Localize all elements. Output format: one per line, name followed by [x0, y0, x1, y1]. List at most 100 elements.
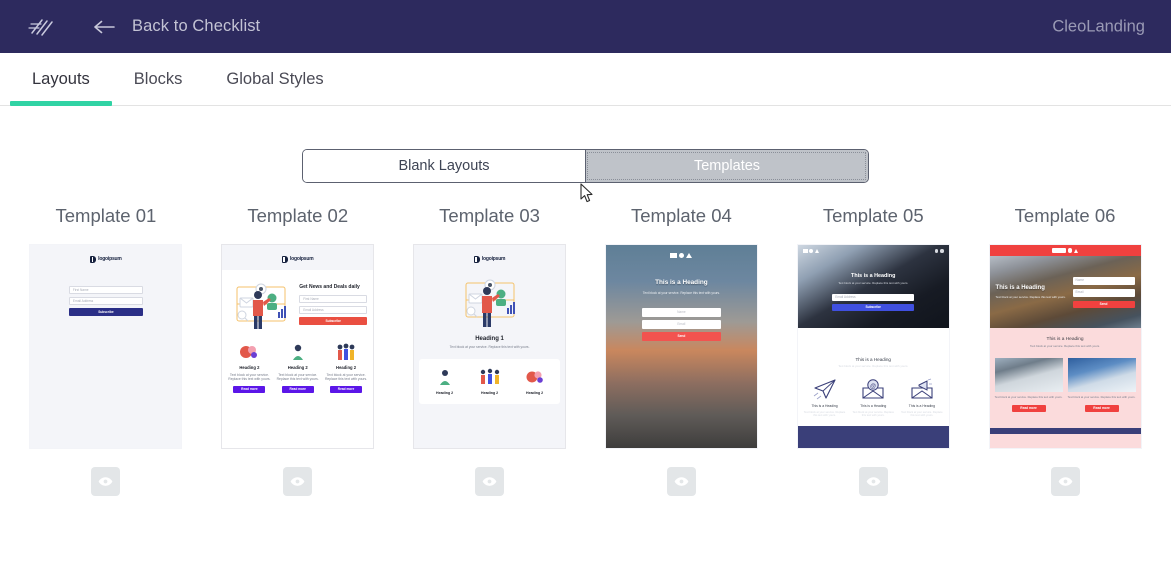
card-text: Text block at your service. Replace this… [1067, 395, 1136, 400]
email-input[interactable]: Email [1072, 288, 1135, 297]
hero-subtext: Text block at your service. Replace this… [995, 294, 1066, 299]
segment-blank-layouts[interactable]: Blank Layouts [303, 150, 585, 182]
template-thumbnail[interactable]: logoipsum [221, 244, 375, 449]
template-thumbnail[interactable]: This is a Heading Text block at your ser… [988, 244, 1142, 449]
template-thumbnail[interactable]: This is a Heading Text block at your ser… [604, 244, 758, 449]
eye-icon [290, 477, 305, 486]
column-text: Text block at your service. Replace this… [852, 410, 894, 418]
logoipsum-logo: logoipsum [30, 245, 181, 263]
template-thumbnail[interactable]: This is a Heading Text block at your ser… [796, 244, 950, 449]
envelope-megaphone-icon [911, 378, 933, 399]
eye-icon [866, 477, 881, 486]
svg-text:@: @ [870, 384, 876, 390]
email-input[interactable]: Email Address [299, 305, 368, 314]
logo-text: logoipsum [481, 256, 506, 263]
column-text: Text block at your service. Replace this… [276, 372, 319, 382]
template-card[interactable]: Template 04 This is a Heading Text block… [585, 205, 777, 496]
first-name-input[interactable]: First Name [299, 294, 368, 303]
template-title: Template 06 [1014, 205, 1116, 226]
template-preview-button[interactable] [666, 467, 696, 496]
logo-glyph-icon [473, 256, 480, 263]
template-preview-button[interactable] [91, 467, 121, 496]
column-text: Text block at your service. Replace this… [228, 372, 271, 382]
feature-icon [526, 370, 543, 383]
arrow-left-icon [94, 20, 116, 34]
back-to-checklist-link[interactable]: Back to Checklist [94, 17, 260, 36]
content-card: Text block at your service. Replace this… [994, 358, 1063, 412]
subscribe-button[interactable]: Subscribe [299, 316, 368, 325]
email-input[interactable]: Email Address [68, 297, 143, 305]
hero-subtext: Text block at your service. Replace this… [838, 281, 909, 286]
template-thumbnail[interactable]: logoipsum [413, 244, 567, 449]
column-text: Text block at your service. Replace this… [324, 372, 368, 382]
feature-column: Heading 2 Text block at your service. Re… [227, 342, 271, 393]
hero-heading: Heading 1 [475, 336, 504, 342]
hero-heading: Get News and Deals daily [299, 284, 360, 290]
column-heading: Heading 2 [239, 365, 260, 370]
column-heading: This is a Heading [908, 404, 935, 409]
logoipsum-logo: logoipsum [414, 245, 565, 263]
app-logo-icon[interactable] [26, 14, 56, 40]
feature-column: This is a Heading Text block at your ser… [899, 378, 945, 418]
column-text: Text block at your service. Replace this… [901, 410, 943, 418]
paper-plane-icon [813, 379, 836, 400]
read-more-button[interactable]: Read more [1084, 405, 1119, 412]
template-card[interactable]: Template 01 logoipsum First Name Email A… [10, 205, 202, 496]
template-title: Template 05 [822, 205, 924, 226]
tab-layouts-label: Layouts [32, 69, 90, 88]
tab-layouts[interactable]: Layouts [10, 53, 112, 106]
template-preview-button[interactable] [858, 467, 888, 496]
feature-icon [480, 368, 499, 384]
column-heading: Heading 2 [287, 365, 308, 370]
read-more-button[interactable]: Read more [233, 385, 266, 393]
column-heading: Heading 2 [480, 390, 499, 395]
hero-heading: This is a Heading [851, 273, 896, 279]
card-photo [1067, 358, 1136, 393]
column-heading: This is a Heading [860, 404, 887, 409]
send-button[interactable]: Send [641, 331, 721, 341]
template-nav [606, 245, 757, 258]
feature-column: @ This is a Heading Text block at your s… [850, 378, 896, 418]
name-input[interactable]: Name [641, 307, 721, 317]
nav-dot-icon [940, 249, 944, 253]
nav-dot-icon [934, 249, 939, 253]
hero-subtext: Text block at your service. Replace this… [449, 345, 530, 350]
read-more-button[interactable]: Read more [330, 385, 363, 393]
template-preview-button[interactable] [1050, 467, 1080, 496]
send-button[interactable]: Send [1072, 300, 1135, 308]
first-name-input[interactable]: First Name [68, 286, 143, 294]
email-input[interactable]: Email [641, 319, 721, 329]
feature-icon [337, 343, 355, 360]
column-text: Text block at your service. Replace this… [803, 410, 846, 418]
subscribe-button[interactable]: Subscribe [68, 308, 143, 316]
template-card[interactable]: Template 03 logoipsum Heading 1 Text blo… [394, 205, 586, 496]
feature-column: Heading 2 Text block at your service. Re… [324, 342, 368, 393]
circle-icon [1067, 248, 1073, 253]
logo-glyph-icon [281, 256, 288, 263]
template-thumbnail[interactable]: logoipsum First Name Email Address Subsc… [29, 244, 183, 449]
template-card[interactable]: Template 05 This is a Heading Text block… [777, 205, 969, 496]
name-input[interactable]: Name [1072, 276, 1135, 285]
tab-blocks[interactable]: Blocks [112, 53, 205, 105]
section-subtext: Text block at your service. Replace this… [838, 364, 909, 369]
email-input[interactable]: Email Address [832, 294, 915, 301]
content-card: Text block at your service. Replace this… [1067, 358, 1136, 412]
feature-column: Heading 2 Text block at your service. Re… [276, 342, 320, 393]
layout-mode-toggle-wrapper: Blank Layouts Templates [0, 149, 1171, 183]
template-preview-button[interactable] [283, 467, 313, 496]
circle-icon [679, 253, 685, 258]
square-icon [802, 249, 808, 253]
feature-column: This is a Heading Text block at your ser… [802, 378, 848, 418]
template-card[interactable]: Template 06 This is a Heading Text block… [969, 205, 1161, 496]
segment-templates[interactable]: Templates [585, 150, 868, 182]
read-more-button[interactable]: Read more [1011, 405, 1046, 412]
template-preview-button[interactable] [475, 467, 505, 496]
read-more-button[interactable]: Read more [281, 385, 314, 393]
template-card[interactable]: Template 02 logoipsum Get News and Deals… [202, 205, 394, 496]
eye-icon [99, 477, 113, 486]
tab-blocks-label: Blocks [133, 69, 183, 88]
subscribe-button[interactable]: Subscribe [832, 303, 915, 312]
tab-global-styles[interactable]: Global Styles [204, 53, 345, 105]
tab-bar: Layouts Blocks Global Styles [0, 53, 1171, 106]
card-photo [994, 358, 1063, 393]
